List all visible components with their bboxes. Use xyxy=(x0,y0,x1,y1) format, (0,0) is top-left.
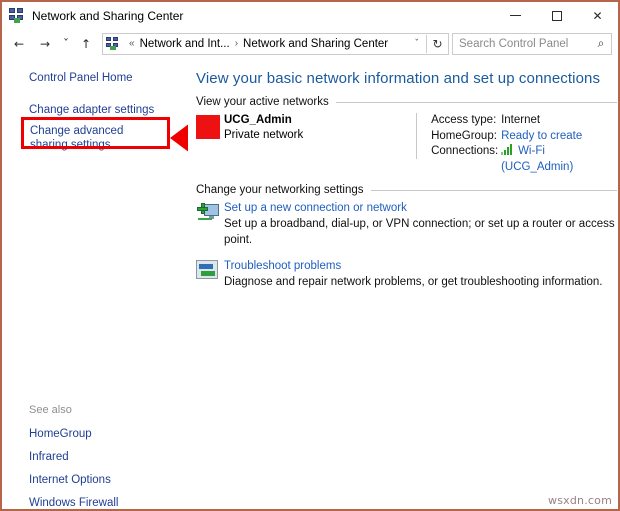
recent-locations-button[interactable]: ˇ xyxy=(58,32,74,56)
network-type: Private network xyxy=(224,129,304,141)
close-button[interactable]: ✕ xyxy=(577,2,618,29)
breadcrumb-separator[interactable]: › xyxy=(230,38,243,49)
section-label: Change your networking settings xyxy=(196,184,364,196)
detail-connections: Connections: Wi-Fi (UCG_Admin) xyxy=(431,144,617,175)
page-title: View your basic network information and … xyxy=(196,70,601,87)
wifi-signal-icon xyxy=(501,144,515,155)
detail-access-type: Access type: Internet xyxy=(431,113,617,129)
set-up-new-connection-link[interactable]: Set up a new connection or network xyxy=(224,200,617,216)
network-icon xyxy=(196,115,220,139)
task-body: Set up a new connection or network Set u… xyxy=(224,200,617,248)
search-box[interactable]: Search Control Panel ⌕ xyxy=(452,32,612,55)
address-bar[interactable]: « Network and Int... › Network and Shari… xyxy=(102,32,449,55)
address-network-icon xyxy=(106,36,120,51)
section-header-active-networks: View your active networks xyxy=(196,96,617,108)
troubleshoot-icon xyxy=(196,260,218,279)
window-title: Network and Sharing Center xyxy=(32,8,184,23)
watermark: wsxdn.com xyxy=(548,494,612,507)
network-computers-icon xyxy=(9,7,25,24)
connection-link[interactable]: Wi-Fi (UCG_Admin) xyxy=(501,144,617,175)
maximize-icon xyxy=(551,10,562,21)
see-also-header: See also xyxy=(29,404,72,416)
up-button[interactable]: ↑ xyxy=(74,32,98,56)
network-sharing-center-window: Network and Sharing Center ✕ ← → ˇ ↑ « N… xyxy=(0,0,620,511)
minimize-icon xyxy=(510,15,521,16)
detail-homegroup: HomeGroup: Ready to create xyxy=(431,129,617,145)
search-icon: ⌕ xyxy=(597,36,605,50)
title-bar: Network and Sharing Center ✕ xyxy=(2,2,618,29)
task-set-up-connection: Set up a new connection or network Set u… xyxy=(196,200,617,248)
task-troubleshoot: Troubleshoot problems Diagnose and repai… xyxy=(196,258,617,290)
detail-value: Internet xyxy=(501,114,541,126)
up-arrow-icon: ↑ xyxy=(80,36,92,51)
breadcrumb-overflow[interactable]: « xyxy=(124,38,140,49)
back-arrow-icon: ← xyxy=(13,36,25,51)
sidebar: Control Panel Home Change adapter settin… xyxy=(2,58,236,510)
chevron-down-icon: ˇ xyxy=(63,36,69,51)
section-rule xyxy=(335,101,617,103)
sidebar-item-change-adapter-settings[interactable]: Change adapter settings xyxy=(29,103,154,117)
back-button[interactable]: ← xyxy=(6,32,32,56)
navigation-bar: ← → ˇ ↑ « Network and Int... › Network a… xyxy=(2,29,618,58)
refresh-icon[interactable]: ↻ xyxy=(427,37,448,51)
new-connection-icon xyxy=(196,202,220,224)
detail-key: HomeGroup: xyxy=(431,129,497,142)
network-name: UCG_Admin xyxy=(224,114,292,126)
breadcrumb-root[interactable]: Network and Int... xyxy=(140,38,230,50)
search-input[interactable]: Search Control Panel xyxy=(453,38,591,50)
task-body: Troubleshoot problems Diagnose and repai… xyxy=(224,258,617,290)
detail-key: Access type: xyxy=(431,114,497,126)
highlight-box xyxy=(21,117,170,149)
sidebar-item-control-panel-home[interactable]: Control Panel Home xyxy=(29,71,133,85)
minimize-button[interactable] xyxy=(495,2,536,29)
address-dropdown-icon[interactable]: ˇ xyxy=(408,39,427,49)
network-labels: UCG_Admin Private network xyxy=(220,113,303,175)
section-header-networking-settings: Change your networking settings xyxy=(196,184,617,196)
forward-arrow-icon: → xyxy=(39,36,51,51)
active-network-row: UCG_Admin Private network Access type: I… xyxy=(196,113,617,175)
detail-key: Connections: xyxy=(431,145,499,157)
window-controls: ✕ xyxy=(495,2,618,29)
sidebar-item-infrared[interactable]: Infrared xyxy=(29,450,69,464)
breadcrumb-current[interactable]: Network and Sharing Center xyxy=(243,38,388,50)
active-network-details: Access type: Internet HomeGroup: Ready t… xyxy=(417,113,617,175)
section-label: View your active networks xyxy=(196,96,329,108)
task-icon-wrap xyxy=(196,200,224,248)
task-description: Diagnose and repair network problems, or… xyxy=(224,276,603,288)
maximize-button[interactable] xyxy=(536,2,577,29)
main-panel: View your basic network information and … xyxy=(188,58,618,509)
troubleshoot-problems-link[interactable]: Troubleshoot problems xyxy=(224,258,617,274)
sidebar-item-internet-options[interactable]: Internet Options xyxy=(29,473,111,487)
forward-button[interactable]: → xyxy=(32,32,58,56)
sidebar-item-windows-firewall[interactable]: Windows Firewall xyxy=(29,496,118,510)
close-icon: ✕ xyxy=(592,8,603,23)
content-area: Control Panel Home Change adapter settin… xyxy=(2,58,618,509)
task-icon-wrap xyxy=(196,258,224,290)
sidebar-item-homegroup[interactable]: HomeGroup xyxy=(29,427,92,441)
active-network-identity: UCG_Admin Private network xyxy=(196,113,416,175)
task-description: Set up a broadband, dial-up, or VPN conn… xyxy=(224,218,615,246)
section-rule xyxy=(370,189,617,191)
homegroup-link[interactable]: Ready to create xyxy=(501,129,582,145)
